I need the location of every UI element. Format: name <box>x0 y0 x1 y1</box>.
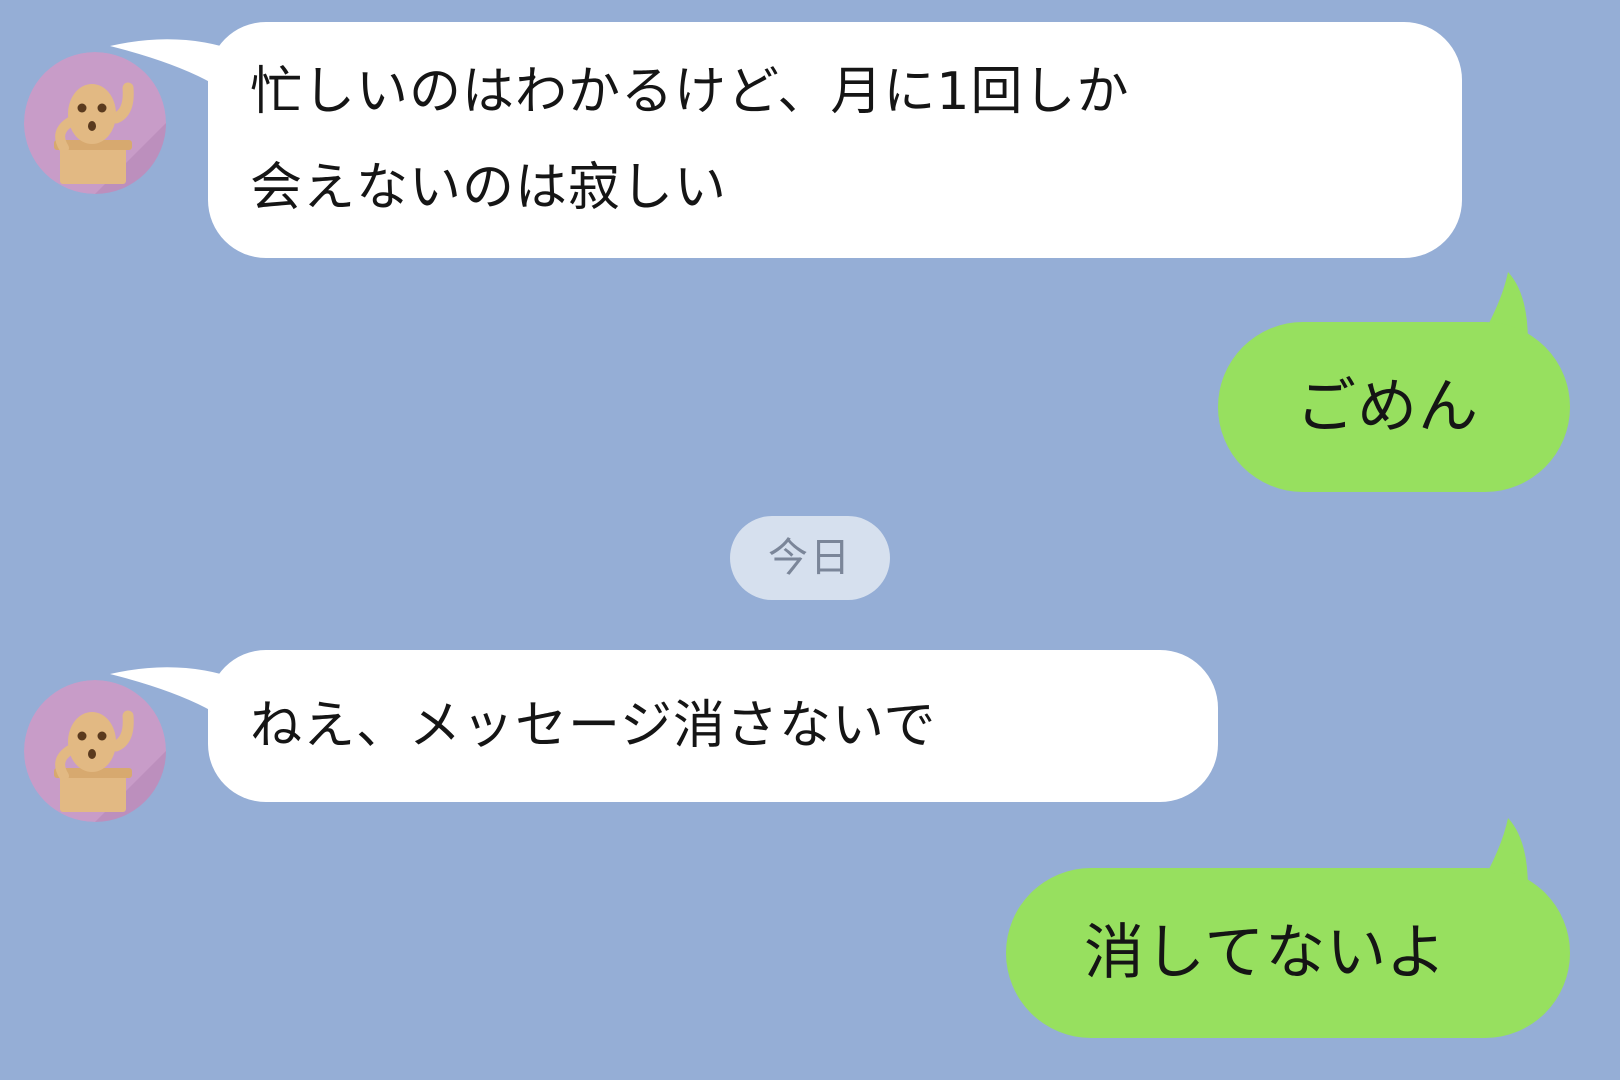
chat-area: 忙しいのはわかるけど、月に1回しか 会えないのは寂しい ごめん 今日 ねえ、メッ… <box>0 0 1620 1080</box>
message-text: ごめん <box>1296 372 1479 442</box>
date-label: 今日 <box>768 535 852 581</box>
message-text-line: 忙しいのはわかるけど、月に1回しか <box>250 62 1130 122</box>
incoming-message-bubble[interactable]: ねえ、メッセージ消さないで <box>208 650 1218 802</box>
message-text-line: 会えないのは寂しい <box>250 158 728 218</box>
date-separator: 今日 <box>730 516 890 600</box>
message-text: 消してないよ <box>1084 918 1447 988</box>
message-text-line: ねえ、メッセージ消さないで <box>250 696 937 756</box>
outgoing-message-bubble[interactable]: 消してないよ <box>1006 868 1570 1038</box>
incoming-message-bubble[interactable]: 忙しいのはわかるけど、月に1回しか 会えないのは寂しい <box>208 22 1462 258</box>
outgoing-message-bubble[interactable]: ごめん <box>1218 322 1570 492</box>
